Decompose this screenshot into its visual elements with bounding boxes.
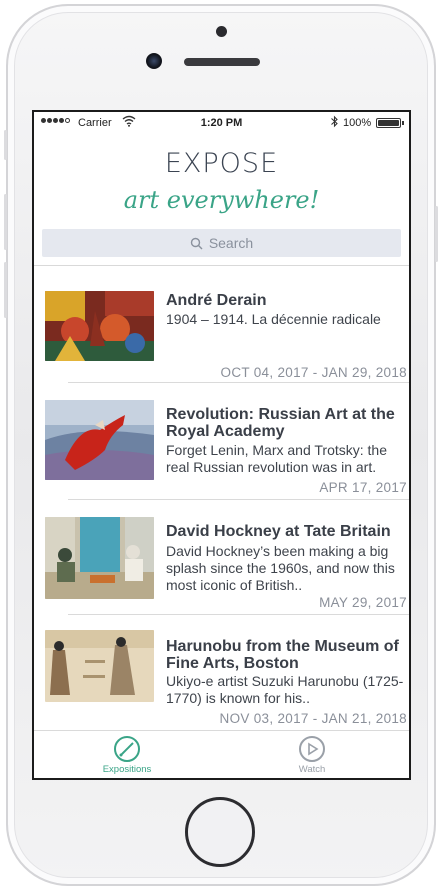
exposition-title: André Derain (166, 292, 267, 309)
volume-up-button (4, 194, 7, 250)
tab-expositions-label: Expositions (102, 764, 152, 775)
exposition-dates: OCT 04, 2017 - JAN 29, 2018 (220, 365, 407, 380)
exposition-description: 1904 – 1914. La décennie radicale (166, 311, 381, 327)
exposition-description: David Hockney’s been making a big splash… (166, 543, 395, 593)
play-icon (299, 736, 325, 762)
bluetooth-icon (331, 115, 338, 128)
tab-watch-label: Watch (298, 764, 326, 775)
mute-switch (4, 130, 7, 160)
exposition-item-harunobu[interactable]: Harunobu from the Museum of Fine Arts, B… (34, 614, 409, 730)
earpiece-speaker (184, 58, 260, 66)
battery-cap (402, 121, 404, 125)
exposition-title: Harunobu from the Museum of Fine Arts, B… (166, 638, 399, 672)
exposition-item-david-hockney[interactable]: David Hockney at Tate Britain David Hock… (34, 499, 409, 615)
search-bar[interactable]: Search (42, 229, 401, 257)
revolution-thumbnail (45, 400, 154, 480)
exposition-description: Ukiyo-e artist Suzuki Harunobu (1725-177… (166, 673, 404, 706)
status-bar: Carrier 1:20 PM 100% (34, 112, 409, 134)
exposition-item-andre-derain[interactable]: André Derain 1904 – 1914. La décennie ra… (34, 266, 409, 383)
david-hockney-thumbnail (45, 517, 154, 599)
battery-percentage: 100% (343, 117, 372, 129)
harunobu-thumbnail (45, 630, 154, 702)
power-button (435, 206, 438, 262)
app-title: EXPOSE (164, 148, 279, 179)
tab-expositions[interactable]: Expositions (77, 735, 177, 775)
brush-icon (114, 736, 140, 762)
exposition-dates: APR 17, 2017 (319, 480, 407, 495)
volume-down-button (4, 262, 7, 318)
exposition-item-revolution[interactable]: Revolution: Russian Art at the Royal Aca… (34, 382, 409, 500)
exposition-description: Forget Lenin, Marx and Trotsky: the real… (166, 442, 387, 475)
home-button[interactable] (185, 797, 255, 867)
exposition-title: Revolution: Russian Art at the Royal Aca… (166, 406, 395, 440)
exposition-title: David Hockney at Tate Britain (166, 523, 391, 540)
search-placeholder: Search (208, 235, 254, 251)
app-tagline: art everywhere! (123, 186, 320, 214)
battery-icon (376, 118, 401, 128)
search-icon (190, 237, 203, 249)
tab-bar: Expositions Watch (34, 730, 409, 778)
andre-derain-thumbnail (45, 291, 154, 361)
front-camera (146, 53, 162, 69)
exposition-dates: MAY 29, 2017 (319, 595, 407, 610)
tab-watch[interactable]: Watch (262, 735, 362, 775)
app-screen: Carrier 1:20 PM 100% EXPOSE art everywhe… (32, 110, 411, 780)
exposition-dates: NOV 03, 2017 - JAN 21, 2018 (219, 711, 407, 726)
proximity-sensor (216, 26, 227, 37)
